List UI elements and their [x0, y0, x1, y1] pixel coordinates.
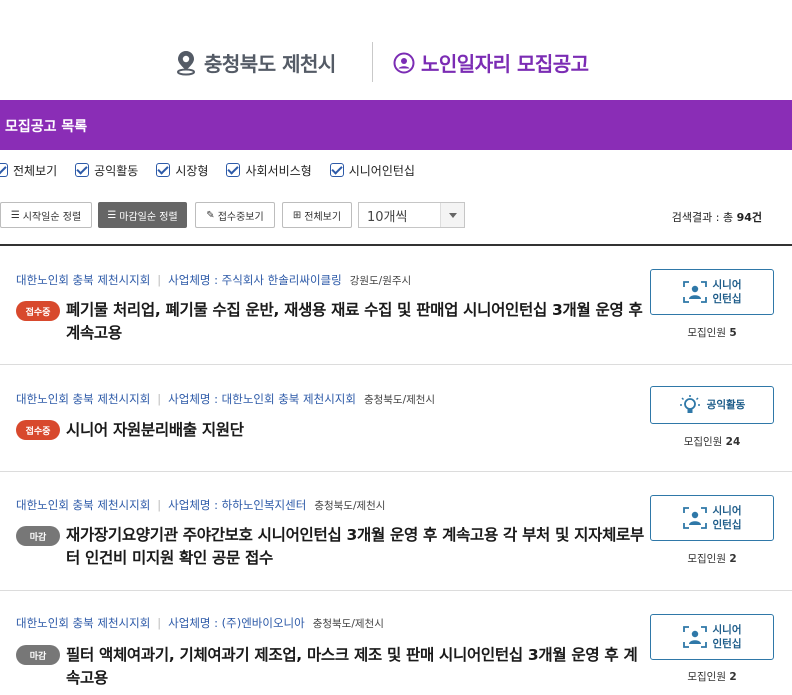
item-org: 대한노인회 충북 제천시지회	[16, 616, 151, 630]
chevron-down-icon[interactable]	[440, 203, 464, 227]
list-toolbar: ☰ 시작일순 정렬 ☰ 마감일순 정렬 ✎ 접수중보기 ⊞ 전체보기 10개씩 검색결과…	[0, 202, 792, 230]
filter-market-type[interactable]: 시장형	[156, 162, 208, 179]
type-button[interactable]: 시니어 인턴십	[650, 495, 774, 541]
filter-social-service[interactable]: 사회서비스형	[226, 162, 312, 179]
item-company: 사업체명 : 대한노인회 충북 제천시지회	[168, 392, 356, 406]
filter-checkboxes: 전체보기 공익활동 시장형 사회서비스형 시니어인턴십	[0, 160, 433, 180]
filter-all[interactable]: 전체보기	[0, 162, 57, 179]
recruit-count: 모집인원 2	[687, 671, 737, 683]
item-meta: 대한노인회 충북 제천시지회 | 사업체명 : 하하노인복지센터 충청북도/제천시	[16, 498, 386, 512]
item-title[interactable]: 재가장기요양기관 주야간보호 시니어인턴십 3개월 운영 후 계속고용 각 부처…	[66, 524, 644, 570]
item-meta: 대한노인회 충북 제천시지회 | 사업체명 : 대한노인회 충북 제천시지회 충청북도…	[16, 392, 436, 406]
location-pin-icon	[177, 50, 195, 75]
item-org: 대한노인회 충북 제천시지회	[16, 498, 151, 512]
sort-start-button[interactable]: ☰ 시작일순 정렬	[0, 202, 92, 228]
item-title[interactable]: 폐기물 처리업, 폐기물 수집 운반, 재생용 재료 수집 및 판매업 시니어인…	[66, 299, 644, 345]
pencil-icon: ✎	[206, 209, 215, 221]
item-title[interactable]: 시니어 자원분리배출 지원단	[66, 419, 644, 442]
result-count: 검색결과 : 총 94건	[671, 211, 762, 224]
list-item[interactable]: 대한노인회 충북 제천시지회 | 사업체명 : 대한노인회 충북 제천시지회 충청북도…	[0, 365, 792, 472]
view-all-button[interactable]: ⊞ 전체보기	[282, 202, 352, 228]
status-badge: 마감	[16, 526, 60, 546]
section-bar: 모집공고 목록	[0, 100, 792, 150]
per-page-select[interactable]: 10개씩	[358, 202, 465, 228]
intern-icon	[682, 507, 707, 529]
item-meta: 대한노인회 충북 제천시지회 | 사업체명 : (주)엔바이오니아 충청북도/제천시	[16, 616, 384, 630]
filter-senior-intern[interactable]: 시니어인턴십	[329, 162, 415, 179]
location-label: 충청북도 제천시	[174, 48, 336, 77]
item-company: 사업체명 : (주)엔바이오니아	[168, 616, 305, 630]
type-button[interactable]: 공익활동	[650, 386, 774, 424]
lightbulb-icon	[679, 395, 700, 413]
item-org: 대한노인회 충북 제천시지회	[16, 392, 151, 406]
item-region: 강원도/원주시	[349, 275, 412, 287]
item-org: 대한노인회 충북 제천시지회	[16, 273, 151, 287]
item-company: 사업체명 : 주식회사 한솔리싸이클링	[168, 273, 342, 287]
list-item[interactable]: 대한노인회 충북 제천시지회 | 사업체명 : 하하노인복지센터 충청북도/제천시 마…	[0, 472, 792, 591]
status-badge: 마감	[16, 645, 60, 665]
list-icon: ☰	[107, 209, 117, 221]
checkbox-checked-icon[interactable]	[226, 163, 241, 177]
intern-icon	[682, 281, 707, 303]
type-button[interactable]: 시니어 인턴십	[650, 614, 774, 660]
page-title: 노인일자리 모집공고	[393, 48, 589, 77]
section-title: 모집공고 목록	[5, 119, 88, 135]
item-region: 충청북도/제천시	[314, 500, 386, 512]
list-item[interactable]: 대한노인회 충북 제천시지회 | 사업체명 : (주)엔바이오니아 충청북도/제천시 …	[0, 591, 792, 695]
status-badge: 접수중	[16, 420, 60, 440]
checkbox-checked-icon[interactable]	[156, 163, 171, 177]
recruit-count: 모집인원 24	[683, 436, 741, 448]
recruit-count: 모집인원 2	[687, 553, 737, 565]
checkbox-checked-icon[interactable]	[75, 163, 90, 177]
item-title[interactable]: 필터 액체여과기, 기체여과기 제조업, 마스크 제조 및 판매 시니어인턴십 …	[66, 644, 644, 690]
page-header: 충청북도 제천시 노인일자리 모집공고	[0, 42, 792, 84]
filter-public-activity[interactable]: 공익활동	[75, 162, 138, 179]
item-region: 충청북도/제천시	[363, 394, 436, 406]
checkbox-checked-icon[interactable]	[329, 163, 344, 177]
page-title-text: 노인일자리 모집공고	[421, 52, 589, 76]
header-divider	[372, 42, 373, 82]
intern-icon	[682, 626, 707, 648]
recruit-count: 모집인원 5	[687, 327, 737, 339]
type-button[interactable]: 시니어 인턴십	[650, 269, 774, 315]
status-badge: 접수중	[16, 301, 60, 321]
sort-deadline-button[interactable]: ☰ 마감일순 정렬	[98, 202, 187, 228]
list-item[interactable]: 대한노인회 충북 제천시지회 | 사업체명 : 주식회사 한솔리싸이클링 강원도/원주…	[0, 246, 792, 365]
grid-icon: ⊞	[292, 209, 302, 221]
item-company: 사업체명 : 하하노인복지센터	[168, 498, 307, 512]
item-meta: 대한노인회 충북 제천시지회 | 사업체명 : 주식회사 한솔리싸이클링 강원도/원주…	[16, 273, 412, 287]
checkbox-checked-icon[interactable]	[0, 163, 8, 177]
location-text: 충청북도 제천시	[204, 52, 336, 76]
receiving-filter-button[interactable]: ✎ 접수중보기	[195, 202, 275, 228]
list-icon: ☰	[10, 209, 20, 221]
item-region: 충청북도/제천시	[312, 618, 384, 630]
user-circle-icon	[393, 52, 415, 73]
